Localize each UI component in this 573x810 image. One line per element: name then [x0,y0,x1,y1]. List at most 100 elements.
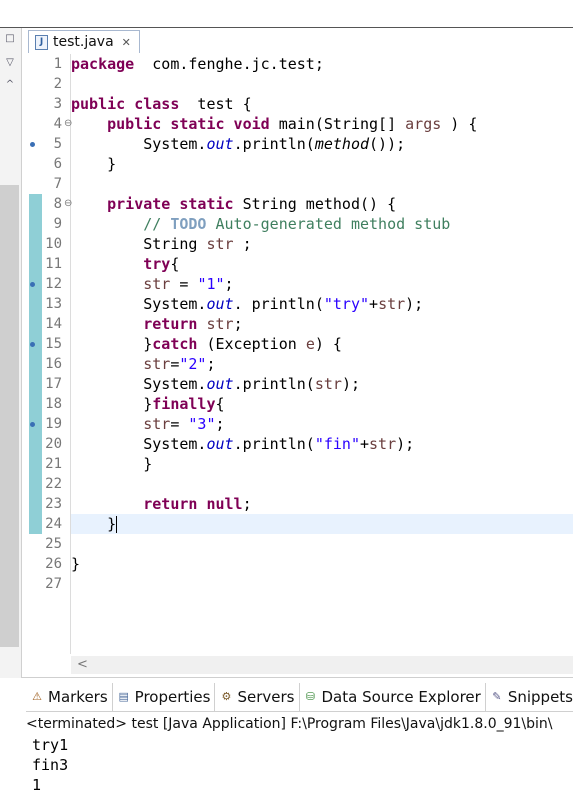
code-token: try [143,255,171,273]
code-line[interactable]: } [71,514,573,534]
fold-toggle-icon[interactable]: ⊖ [64,198,72,209]
code-line[interactable]: // TODO Auto-generated method stub [71,214,573,234]
code-line[interactable]: public class test { [71,94,573,114]
close-icon[interactable]: ✕ [122,36,131,49]
tab-test-java[interactable]: J test.java ✕ [28,30,140,53]
code-line[interactable] [71,74,573,94]
code-token: "2" [179,355,207,373]
code-line[interactable]: str="2"; [71,354,573,374]
views-divider [22,677,573,678]
code-line[interactable]: private static String method() { [71,194,573,214]
code-line[interactable]: str = "1"; [71,274,573,294]
code-line[interactable] [71,174,573,194]
view-menu-icon[interactable]: ▽ [3,56,17,70]
code-line[interactable]: return str; [71,314,573,334]
line-number: 1 [53,56,62,72]
code-token: + [360,435,370,453]
code-line[interactable]: str= "3"; [71,414,573,434]
scroll-up-icon[interactable]: ^ [3,78,17,92]
code-token: e [305,335,315,353]
code-token: ; [233,315,243,333]
code-token: public static void [107,115,270,133]
code-line[interactable]: } [71,454,573,474]
code-token: TODO [170,215,207,233]
code-line[interactable]: } [71,154,573,174]
line-number: 21 [45,456,62,472]
code-line[interactable]: String str ; [71,234,573,254]
code-text[interactable]: package com.fenghe.jc.test; public class … [71,54,573,654]
code-token: ; [215,415,225,433]
code-line[interactable]: System.out.println(method()); [71,134,573,154]
scroll-left-icon[interactable]: < [77,657,88,672]
code-token: test { [179,95,252,113]
code-token: System. [71,135,207,153]
code-token: str [369,435,397,453]
line-number: 23 [45,496,62,512]
title-strip [0,0,573,28]
fold-toggle-icon[interactable]: ⊖ [64,118,72,129]
line-number: 5 [53,136,62,152]
line-number: 27 [45,576,62,592]
java-file-icon: J [35,34,48,50]
console-output[interactable]: try1 fin3 1 [26,735,573,810]
code-line[interactable]: try{ [71,254,573,274]
code-line[interactable] [71,574,573,594]
code-token: str [314,375,342,393]
code-line[interactable] [71,474,573,494]
code-token: private static [107,195,234,213]
code-line[interactable]: public static void main(String[] args ) … [71,114,573,134]
code-token: .println( [233,135,315,153]
view-tab-label: Snippets [507,688,573,706]
code-editor[interactable]: package com.fenghe.jc.test; public class … [22,54,573,677]
code-token: str [143,355,171,373]
editor-tab-bar: J test.java ✕ [22,28,573,54]
properties-icon: ▤ [118,690,129,703]
tab-servers[interactable]: ⚙ Servers [215,683,300,711]
code-line[interactable]: } [71,554,573,574]
occurrence-marker-icon[interactable] [30,142,35,147]
code-token: out [206,375,234,393]
tab-data-source-explorer[interactable]: ⛁ Data Source Explorer [300,683,486,711]
code-token: ) { [314,335,342,353]
code-token: str [143,275,171,293]
horizontal-scrollbar[interactable]: < [71,656,573,674]
code-token: return [143,315,198,333]
line-number: 16 [45,356,62,372]
restore-icon[interactable]: □ [3,32,17,46]
data-source-icon: ⛁ [305,690,316,703]
code-line[interactable]: package com.fenghe.jc.test; [71,54,573,74]
code-line[interactable]: return null; [71,494,573,514]
tab-snippets[interactable]: ✎ Snippets [486,683,573,711]
code-line[interactable]: }catch (Exception e) { [71,334,573,354]
code-line[interactable]: }finally{ [71,394,573,414]
tab-properties[interactable]: ▤ Properties [113,683,216,711]
code-token: = [170,415,189,433]
code-line[interactable]: System.out. println("try"+str); [71,294,573,314]
code-line[interactable]: System.out.println("fin"+str); [71,434,573,454]
code-token: .println( [233,375,315,393]
occurrence-marker-icon[interactable] [30,422,35,427]
line-number: 15 [45,336,62,352]
code-token: ; [206,355,216,373]
code-token: } [71,155,117,173]
code-token: System. [71,295,207,313]
code-line[interactable] [71,534,573,554]
minimized-panel: □ ▽ ^ [0,28,22,678]
panel-scrollbar[interactable] [0,185,19,647]
view-tab-label: Properties [134,688,211,706]
code-token: "try" [323,295,370,313]
occurrence-marker-icon[interactable] [30,342,35,347]
code-token: out [206,135,234,153]
code-token: String method() { [233,195,397,213]
tab-markers[interactable]: ⚠ Markers [26,683,113,711]
code-token: System. [71,435,207,453]
code-token: + [369,295,379,313]
code-token: "1" [197,275,225,293]
occurrence-marker-icon[interactable] [30,282,35,287]
code-line[interactable]: System.out.println(str); [71,374,573,394]
